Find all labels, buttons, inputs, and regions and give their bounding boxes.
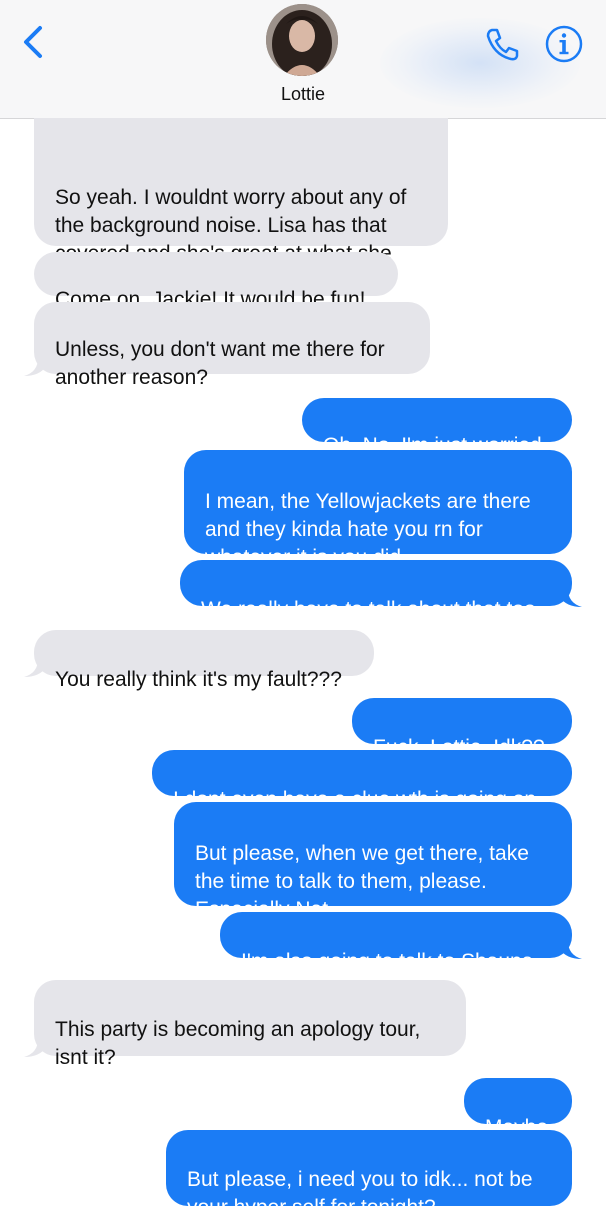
message-bubble-outgoing[interactable]: We really have to talk about that too bbox=[180, 560, 572, 621]
phone-icon bbox=[486, 28, 519, 61]
avatar-photo bbox=[266, 4, 338, 76]
message-text: But please, when we get there, take the … bbox=[195, 842, 529, 921]
bubble-tail bbox=[24, 659, 46, 677]
message-bubble-outgoing[interactable]: Maybe bbox=[464, 1078, 572, 1139]
message-bubble-outgoing[interactable]: I'm also going to talk to Shauna bbox=[220, 912, 572, 973]
message-bubble-outgoing[interactable]: Oh. No. I'm just worried bbox=[302, 398, 572, 457]
message-bubble-incoming[interactable]: You really think it's my fault??? bbox=[34, 630, 374, 691]
info-icon bbox=[545, 25, 583, 63]
message-bubble-outgoing[interactable]: But please, i need you to idk... not be … bbox=[166, 1130, 572, 1219]
contact-name[interactable]: Lottie bbox=[0, 84, 606, 105]
message-bubble-outgoing[interactable]: I mean, the Yellowjackets are there and … bbox=[184, 450, 572, 569]
chevron-left-icon bbox=[24, 26, 42, 58]
contact-avatar[interactable] bbox=[266, 4, 338, 76]
message-text: This party is becoming an apology tour, … bbox=[55, 1018, 421, 1069]
message-text: I mean, the Yellowjackets are there and … bbox=[205, 490, 531, 569]
message-text: Unless, you don't want me there for anot… bbox=[55, 338, 385, 389]
message-bubble-incoming[interactable]: Come on, Jackie! It would be fun! bbox=[34, 252, 398, 311]
bubble-tail bbox=[24, 1039, 46, 1057]
bubble-tail bbox=[560, 589, 582, 607]
message-text: I'm also going to talk to Shauna bbox=[241, 950, 534, 973]
message-text: You really think it's my fault??? bbox=[55, 668, 342, 691]
message-bubble-incoming[interactable]: So yeah. I wouldnt worry about any of th… bbox=[34, 118, 448, 293]
info-button[interactable] bbox=[544, 24, 584, 64]
message-bubble-outgoing[interactable]: Fuck, Lottie. Idk?? bbox=[352, 698, 572, 759]
message-bubble-incoming[interactable]: This party is becoming an apology tour, … bbox=[34, 980, 466, 1069]
call-button[interactable] bbox=[482, 24, 522, 64]
message-text: We really have to talk about that too bbox=[201, 598, 536, 621]
message-text: But please, i need you to idk... not be … bbox=[187, 1168, 533, 1219]
bubble-tail bbox=[560, 941, 582, 959]
conversation-header: Lottie bbox=[0, 0, 606, 119]
message-bubble-incoming[interactable]: Unless, you don't want me there for anot… bbox=[34, 302, 430, 389]
message-bubble-outgoing[interactable]: But please, when we get there, take the … bbox=[174, 802, 572, 921]
message-bubble-outgoing[interactable]: I dont even have a clue wth is going on bbox=[152, 750, 572, 811]
back-button[interactable] bbox=[18, 22, 52, 62]
bubble-tail bbox=[24, 358, 46, 376]
